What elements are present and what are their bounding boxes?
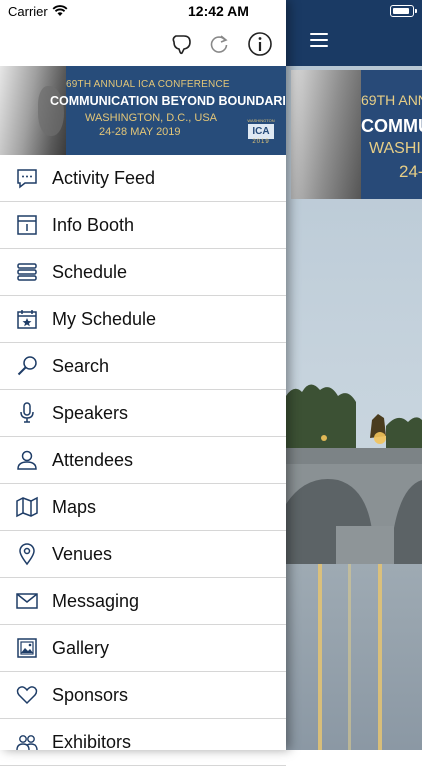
menu-item-label: Activity Feed (52, 168, 156, 188)
menu-item-label: My Schedule (52, 309, 157, 329)
banner-line3: WASHINGTON, D.C., USA (85, 112, 218, 124)
menu-item-sponsors[interactable]: Sponsors (0, 672, 286, 719)
menu-item-venues[interactable]: Venues (0, 531, 286, 578)
thumb-line2: COMMUN (361, 116, 422, 136)
map-icon (15, 495, 39, 519)
conference-banner: 69TH ANNUAL ICA CONFERENCE COMMUNICATION… (0, 66, 286, 155)
menu-item-attendees[interactable]: Attendees (0, 437, 286, 484)
carrier-label: Carrier (8, 4, 48, 19)
logo-top-text: WASHINGTON (247, 118, 275, 123)
battery-icon (390, 5, 417, 17)
info-icon[interactable] (246, 30, 274, 58)
menu-item-activity-feed[interactable]: Activity Feed (0, 155, 286, 202)
status-bar: Carrier 12:42 AM (0, 0, 286, 22)
hamburger-menu-icon[interactable] (310, 33, 328, 47)
mail-icon (15, 589, 39, 613)
menu-item-label: Messaging (52, 591, 140, 611)
gallery-icon (15, 636, 39, 660)
menu-item-info-booth[interactable]: Info Booth (0, 202, 286, 249)
menu-item-schedule[interactable]: Schedule (0, 249, 286, 296)
side-drawer: 69TH ANNUAL ICA CONFERENCE COMMUNICATION… (0, 0, 286, 766)
menu-item-label: Venues (52, 544, 113, 564)
banner-line4: 24-28 MAY 2019 (99, 126, 181, 138)
clock-label: 12:42 AM (188, 3, 249, 19)
menu-item-search[interactable]: Search (0, 343, 286, 390)
person-icon (15, 448, 39, 472)
menu-item-label: Schedule (52, 262, 128, 282)
menu-item-speakers[interactable]: Speakers (0, 390, 286, 437)
calendar-star-icon (15, 307, 39, 331)
drawer-toolbar (0, 22, 286, 66)
thumb-line3: WASHIN (369, 140, 422, 157)
menu-item-label: Attendees (52, 450, 134, 470)
banner-line2: COMMUNICATION BEYOND BOUNDARIES (50, 94, 286, 108)
wifi-icon (52, 5, 68, 16)
location-pin-icon (15, 542, 39, 566)
statue-image (291, 70, 361, 199)
ica-logo: WASHINGTON ICA 2019 (246, 118, 276, 154)
menu-item-label: Info Booth (52, 215, 135, 235)
search-icon (15, 354, 39, 378)
menu-item-label: Search (52, 356, 110, 376)
menu-item-exhibitors[interactable]: Exhibitors (0, 719, 286, 766)
logo-ica-text: ICA (248, 124, 274, 139)
group-icon (15, 730, 39, 754)
banner-line1: 69TH ANNUAL ICA CONFERENCE (66, 79, 230, 90)
menu-item-maps[interactable]: Maps (0, 484, 286, 531)
drawer-menu: Activity Feed Info Booth Schedule My Sch… (0, 155, 286, 766)
refresh-icon[interactable] (205, 30, 233, 58)
thumb-line4: 24- (399, 162, 422, 181)
menu-item-gallery[interactable]: Gallery (0, 625, 286, 672)
menu-item-label: Gallery (52, 638, 110, 658)
menu-item-label: Sponsors (52, 685, 129, 705)
menu-item-label: Maps (52, 497, 97, 517)
banner-thumbnail: 69TH ANN COMMUN WASHIN 24- (291, 70, 422, 199)
megaphone-icon[interactable] (168, 30, 196, 58)
logo-year-text: 2019 (252, 139, 270, 145)
menu-item-my-schedule[interactable]: My Schedule (0, 296, 286, 343)
chat-icon (15, 166, 39, 190)
booth-icon (15, 213, 39, 237)
list-icon (15, 260, 39, 284)
microphone-icon (15, 401, 39, 425)
menu-item-messaging[interactable]: Messaging (0, 578, 286, 625)
menu-item-label: Speakers (52, 403, 129, 423)
thumb-line1: 69TH ANN (361, 92, 422, 108)
heart-icon (15, 683, 39, 707)
